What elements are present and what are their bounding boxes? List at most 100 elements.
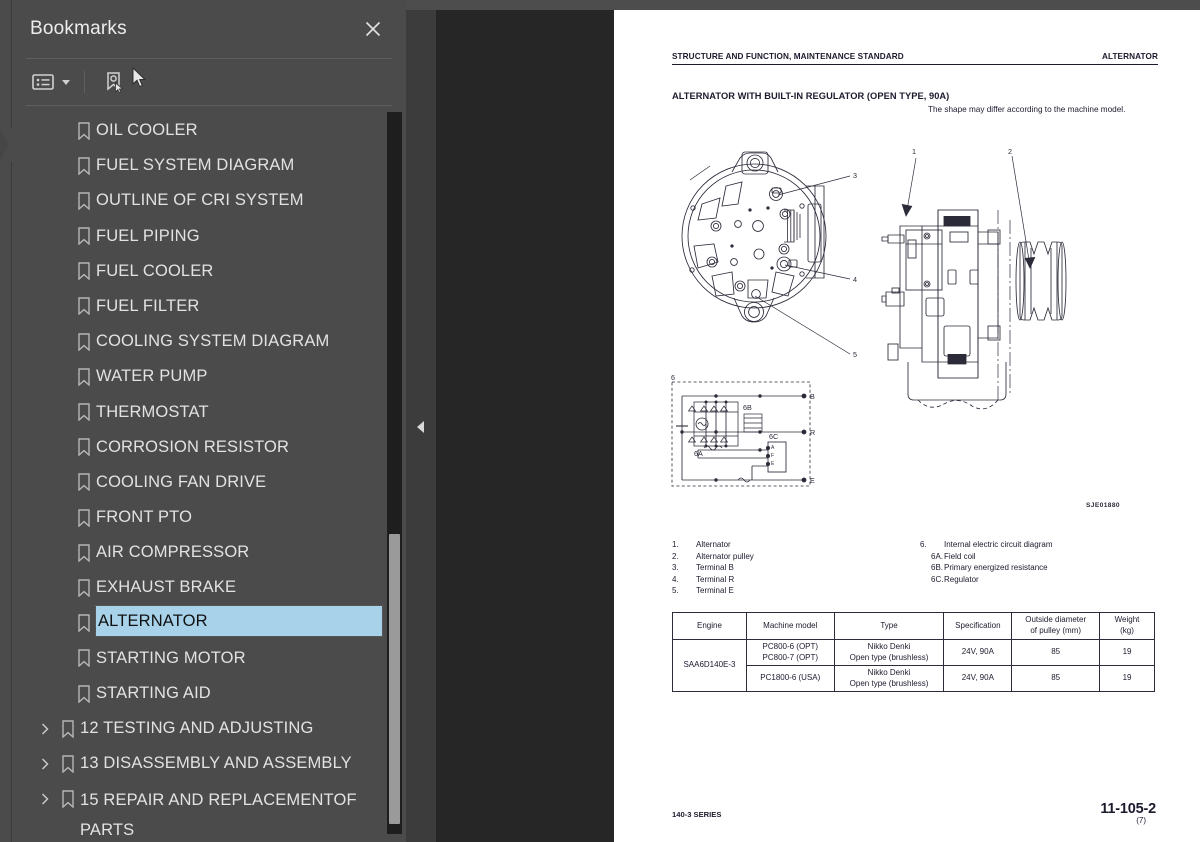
bookmark-item[interactable]: FUEL FILTER: [12, 289, 406, 324]
bookmark-icon: [56, 782, 80, 817]
bookmarks-scrollbar[interactable]: [387, 112, 402, 834]
legend-row: 4. Terminal R: [672, 574, 754, 586]
callout-4: 4: [853, 275, 857, 284]
bookmark-icon: [72, 113, 96, 148]
bookmark-item[interactable]: CORROSION RESISTOR: [12, 430, 406, 465]
legend-row: 6. Internal electric circuit diagram: [920, 539, 1052, 551]
bookmark-item[interactable]: FUEL COOLER: [12, 254, 406, 289]
drawing-number: SJE01880: [1086, 502, 1120, 509]
bookmark-label: STARTING AID: [96, 684, 211, 702]
document-running-head: STRUCTURE AND FUNCTION, MAINTENANCE STAN…: [672, 52, 1158, 65]
bookmark-item[interactable]: 12 TESTING AND ADJUSTING: [12, 711, 406, 746]
legend-row: 6A. Field coil: [920, 551, 1052, 563]
bookmark-icon: [72, 395, 96, 430]
bookmark-item[interactable]: STARTING MOTOR: [12, 641, 406, 676]
bookmark-label: 13 DISASSEMBLY AND ASSEMBLY: [80, 754, 352, 773]
bookmark-label: CORROSION RESISTOR: [96, 437, 290, 456]
list-options-icon[interactable]: [28, 69, 58, 95]
bookmark-label: ALTERNATOR: [95, 604, 383, 637]
table-column-header: Engine: [672, 612, 747, 640]
bookmark-label: FUEL PIPING: [96, 226, 200, 245]
bookmark-icon: [72, 500, 96, 535]
legend-text: Alternator: [696, 540, 731, 549]
callout-6a: 6A: [694, 449, 703, 458]
callout-1: 1: [912, 147, 916, 156]
bookmark-item[interactable]: FUEL SYSTEM DIAGRAM: [12, 148, 406, 183]
legend-text: Regulator: [944, 574, 979, 584]
bookmark-icon: [56, 746, 80, 781]
bookmark-label: THERMOSTAT: [96, 402, 209, 421]
callout-5: 5: [853, 350, 857, 359]
legend-number: 6.: [920, 540, 927, 549]
legend-text: Alternator pulley: [696, 551, 754, 561]
footer-page-sub: (7): [1136, 816, 1146, 825]
bookmark-icon: [72, 535, 96, 570]
chevron-down-icon[interactable]: [62, 79, 70, 85]
cell-pulley-diameter: 85: [1011, 638, 1101, 667]
bookmark-item[interactable]: AIR COMPRESSOR: [12, 535, 406, 570]
bookmark-icon: [72, 219, 96, 254]
callout-3: 3: [853, 171, 857, 180]
bookmark-icon: [72, 641, 96, 676]
cell-type: Nikko Denki Open type (brushless): [833, 665, 945, 693]
table-column-header: Outside diameter of pulley (mm): [1011, 612, 1101, 640]
chevron-right-icon[interactable]: [34, 711, 56, 746]
chevron-right-icon[interactable]: [34, 782, 56, 817]
bookmark-icon: [72, 606, 96, 641]
svg-text:E: E: [771, 461, 775, 467]
bookmark-item[interactable]: ALTERNATOR: [12, 604, 406, 641]
footer-series: 140-3 SERIES: [672, 810, 722, 819]
bookmark-label: FUEL FILTER: [96, 296, 200, 315]
legend-number: 6A.: [931, 551, 944, 561]
bookmarks-header: Bookmarks: [12, 0, 406, 58]
pdf-viewer[interactable]: STRUCTURE AND FUNCTION, MAINTENANCE STAN…: [436, 10, 1200, 842]
bookmark-item[interactable]: EXHAUST BRAKE: [12, 570, 406, 605]
bookmark-label: EXHAUST BRAKE: [96, 578, 237, 597]
bookmark-icon: [72, 289, 96, 324]
bookmark-item[interactable]: COOLING SYSTEM DIAGRAM: [12, 324, 406, 359]
bookmark-item[interactable]: 15 REPAIR AND REPLACEMENTOF PARTS: [12, 782, 406, 842]
bookmark-item[interactable]: WATER PUMP: [12, 359, 406, 394]
table-header-row: Engine Machine model Type Specification Outs…: [672, 612, 1155, 640]
bookmark-item[interactable]: FUEL PIPING: [12, 219, 406, 254]
bookmark-item[interactable]: FRONT PTO: [12, 500, 406, 535]
bookmark-item[interactable]: STARTING AID: [12, 676, 406, 711]
chevron-left-icon[interactable]: [406, 418, 436, 436]
bookmark-label: AIR COMPRESSOR: [96, 543, 250, 562]
cell-weight: 19: [1099, 638, 1155, 667]
legend-number: 3.: [672, 563, 679, 573]
bookmark-label: WATER PUMP: [96, 367, 208, 386]
bookmark-label: COOLING FAN DRIVE: [96, 472, 267, 491]
svg-text:F: F: [771, 453, 774, 459]
scrollbar-thumb[interactable]: [389, 534, 400, 824]
cell-specification: 24V, 90A: [943, 665, 1013, 693]
bookmark-icon: [72, 148, 96, 183]
callout-2: 2: [1008, 147, 1012, 156]
legend-text: Terminal R: [696, 574, 735, 584]
table-column-header: Specification: [943, 612, 1013, 640]
chevron-right-icon[interactable]: [34, 746, 56, 781]
legend-text: Field coil: [944, 551, 976, 561]
close-icon[interactable]: [360, 16, 386, 42]
cell-machine-model: PC1800-6 (USA): [745, 665, 835, 693]
legend-number: 6C.: [931, 574, 944, 584]
bookmark-label: 15 REPAIR AND REPLACEMENTOF PARTS: [80, 790, 357, 839]
callout-6: 6: [671, 373, 675, 382]
bookmark-item[interactable]: OIL COOLER: [12, 113, 406, 148]
shape-note: The shape may differ according to the ma…: [928, 105, 1126, 114]
bookmark-label: FRONT PTO: [96, 508, 193, 527]
legend-row: 6C. Regulator: [920, 574, 1052, 586]
bookmark-label: FUEL COOLER: [96, 261, 214, 280]
new-bookmark-icon[interactable]: [99, 69, 129, 95]
table-column-header: Machine model: [745, 612, 835, 640]
bookmark-item[interactable]: 13 DISASSEMBLY AND ASSEMBLY: [12, 746, 406, 781]
bookmark-item[interactable]: COOLING FAN DRIVE: [12, 465, 406, 500]
bookmark-icon: [72, 676, 96, 711]
pdf-reader-window: Bookmarks OIL COOLER FUEL SYSTEM DIAGRAM…: [0, 0, 1200, 842]
bookmarks-scroll-area[interactable]: OIL COOLER FUEL SYSTEM DIAGRAM OUTLINE O…: [12, 106, 406, 842]
legend-number: 2.: [672, 551, 679, 561]
cell-specification: 24V, 90A: [943, 638, 1013, 667]
bookmark-icon: [72, 254, 96, 289]
bookmark-item[interactable]: OUTLINE OF CRI SYSTEM: [12, 183, 406, 218]
bookmark-item[interactable]: THERMOSTAT: [12, 395, 406, 430]
